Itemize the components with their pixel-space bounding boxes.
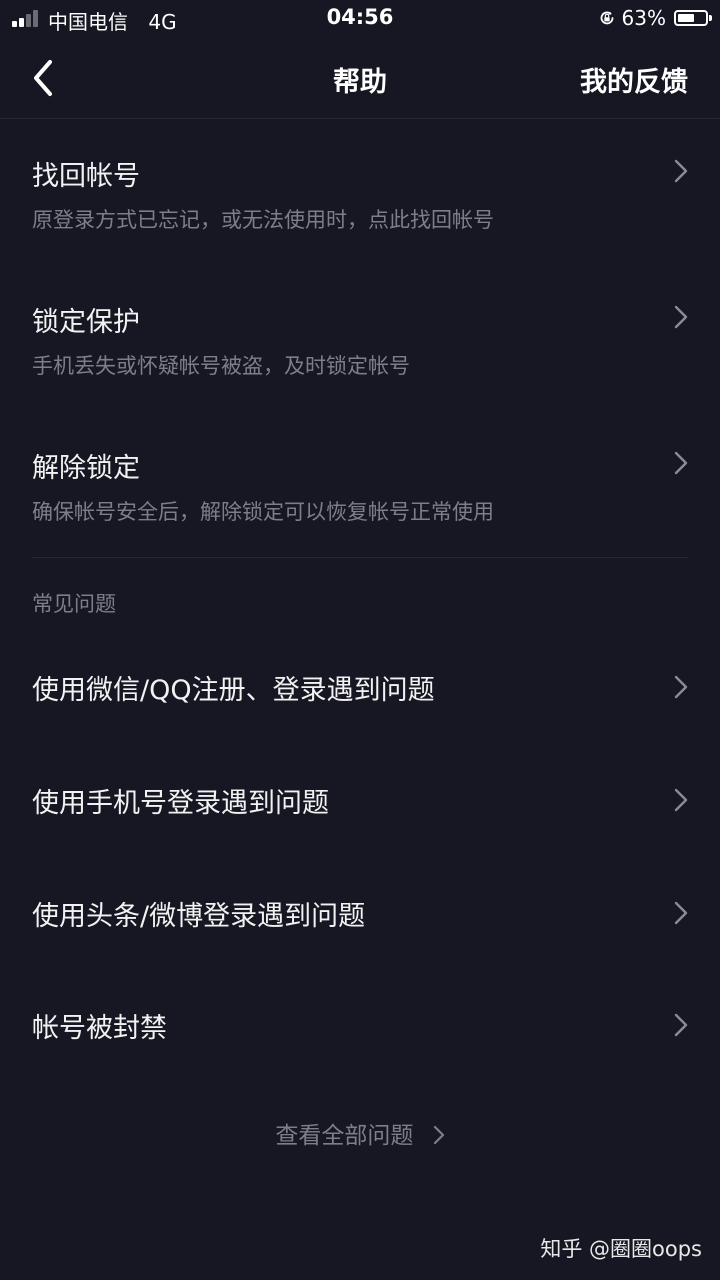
my-feedback-link[interactable]: 我的反馈 — [580, 60, 688, 99]
item-subtitle: 确保帐号安全后，解除锁定可以恢复帐号正常使用 — [32, 500, 494, 524]
item-title: 使用手机号登录遇到问题 — [32, 788, 329, 819]
status-bar: 中国电信 4G 04:56 63% — [0, 0, 720, 38]
battery-icon — [674, 10, 712, 26]
navigation-bar: 帮助 我的反馈 — [0, 38, 720, 118]
lock-protection-item[interactable]: 锁定保护 手机丢失或怀疑帐号被盗，及时锁定帐号 — [0, 276, 720, 396]
faq-item-account-banned[interactable]: 帐号被封禁 — [0, 984, 720, 1066]
faq-item-toutiao-weibo[interactable]: 使用头条/微博登录遇到问题 — [0, 872, 720, 954]
chevron-right-icon — [674, 451, 688, 475]
status-right: 63% — [598, 6, 712, 30]
chevron-right-icon — [674, 159, 688, 183]
recover-account-item[interactable]: 找回帐号 原登录方式已忘记，或无法使用时，点此找回帐号 — [0, 130, 720, 250]
faq-item-phone-login[interactable]: 使用手机号登录遇到问题 — [0, 759, 720, 841]
nav-divider — [0, 118, 720, 119]
battery-percent: 63% — [621, 6, 666, 30]
battery-level — [678, 14, 694, 22]
item-title: 解除锁定 — [32, 453, 140, 484]
chevron-right-icon — [674, 1013, 688, 1037]
faq-item-wechat-qq[interactable]: 使用微信/QQ注册、登录遇到问题 — [0, 646, 720, 728]
orientation-lock-icon — [600, 11, 613, 25]
item-subtitle: 手机丢失或怀疑帐号被盗，及时锁定帐号 — [32, 354, 410, 378]
item-title: 找回帐号 — [32, 161, 140, 192]
chevron-right-icon — [674, 788, 688, 812]
item-title: 使用微信/QQ注册、登录遇到问题 — [32, 675, 435, 706]
faq-section-header: 常见问题 — [32, 592, 116, 616]
chevron-right-icon — [674, 675, 688, 699]
help-screen: 中国电信 4G 04:56 63% 帮助 我的反馈 找回帐号 原登录方式已忘记，… — [0, 0, 720, 1280]
section-divider — [32, 557, 688, 558]
unlock-account-item[interactable]: 解除锁定 确保帐号安全后，解除锁定可以恢复帐号正常使用 — [0, 422, 720, 542]
item-title: 使用头条/微博登录遇到问题 — [32, 901, 366, 932]
item-subtitle: 原登录方式已忘记，或无法使用时，点此找回帐号 — [32, 208, 494, 232]
chevron-right-icon — [674, 901, 688, 925]
view-all-label: 查看全部问题 — [275, 1123, 414, 1149]
item-title: 锁定保护 — [32, 307, 140, 338]
item-title: 帐号被封禁 — [32, 1013, 167, 1044]
chevron-right-icon — [433, 1125, 444, 1145]
chevron-right-icon — [674, 305, 688, 329]
view-all-questions-link[interactable]: 查看全部问题 — [0, 1116, 720, 1150]
watermark: 知乎 @圈圈oops — [540, 1237, 702, 1261]
